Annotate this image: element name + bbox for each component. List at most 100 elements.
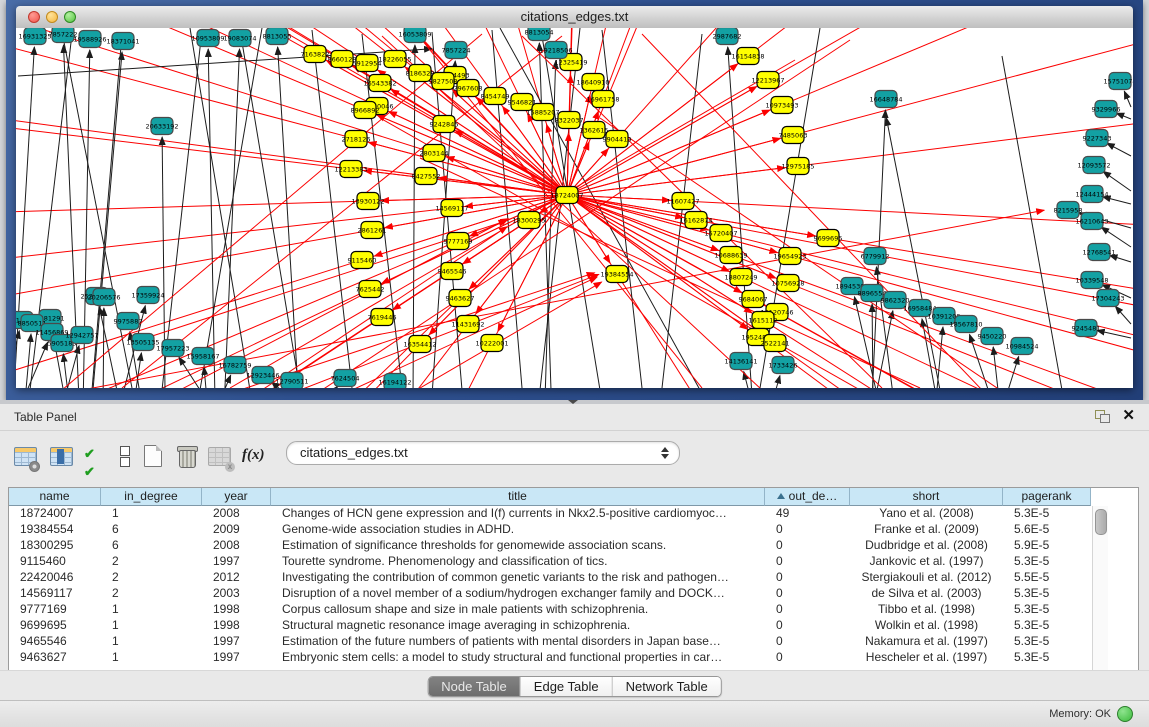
- column-header-pagerank[interactable]: pagerank: [1003, 488, 1091, 506]
- row-height-button[interactable]: [112, 445, 138, 471]
- graph-node[interactable]: 10222001: [475, 335, 508, 352]
- column-header-short[interactable]: short: [850, 488, 1003, 506]
- graph-node[interactable]: 2987682: [713, 28, 742, 45]
- graph-node[interactable]: 9684067: [739, 291, 768, 308]
- graph-node[interactable]: 19083074: [223, 30, 256, 47]
- graph-node[interactable]: 9242845: [430, 116, 459, 133]
- graph-node[interactable]: 16648784: [869, 91, 902, 108]
- graph-node[interactable]: 2522141: [761, 335, 790, 352]
- graph-node[interactable]: 19654923: [773, 248, 806, 265]
- graph-node[interactable]: 5912954: [353, 55, 382, 72]
- graph-node[interactable]: 7857224: [442, 42, 471, 59]
- graph-node[interactable]: 16210643: [1075, 213, 1108, 230]
- graph-node[interactable]: 11607427: [666, 193, 699, 210]
- network-graph[interactable]: 7163822866012859129541822605581863281654…: [16, 28, 1133, 388]
- table-row[interactable]: 1938455462009Genome-wide association stu…: [9, 522, 1138, 538]
- close-panel-icon[interactable]: ✕: [1122, 407, 1135, 425]
- graph-node[interactable]: 7485063: [779, 127, 808, 144]
- graph-node[interactable]: 13930122: [351, 193, 384, 210]
- graph-node[interactable]: 8813054: [525, 28, 554, 41]
- graph-node[interactable]: 20633192: [145, 118, 178, 135]
- tab-node-table[interactable]: Node Table: [428, 677, 521, 696]
- graph-node[interactable]: 16354412: [403, 336, 436, 353]
- memory-status-indicator[interactable]: [1117, 706, 1133, 722]
- table-row[interactable]: 2242004622012Investigating the contribut…: [9, 570, 1138, 586]
- column-header-title[interactable]: title: [271, 488, 765, 506]
- graph-node[interactable]: 17304243: [1091, 290, 1124, 307]
- graph-node[interactable]: 7163822: [301, 46, 330, 63]
- table-selector-dropdown[interactable]: citations_edges.txt: [286, 441, 680, 465]
- function-builder-button[interactable]: f(x): [242, 446, 268, 472]
- table-row[interactable]: 1456911722003Disruption of a novel membe…: [9, 586, 1138, 602]
- network-canvas[interactable]: 7163822866012859129541822605581863281654…: [16, 28, 1133, 388]
- graph-node[interactable]: 18226055: [378, 51, 411, 68]
- graph-node[interactable]: 10973493: [765, 97, 798, 114]
- graph-node[interactable]: 9699695: [814, 230, 843, 247]
- show-columns-button[interactable]: [48, 443, 74, 469]
- table-row[interactable]: 1830029562008Estimation of significance …: [9, 538, 1138, 554]
- graph-node[interactable]: 12444154: [1075, 186, 1108, 203]
- column-header-outde[interactable]: out_de…: [765, 488, 850, 506]
- table-settings-button[interactable]: [12, 443, 38, 469]
- graph-node[interactable]: 6779912: [861, 248, 890, 265]
- tab-edge-table[interactable]: Edge Table: [521, 677, 613, 696]
- graph-node[interactable]: 14136141: [724, 353, 757, 370]
- graph-node[interactable]: 9245481: [1072, 320, 1101, 337]
- graph-node[interactable]: 1615112: [749, 312, 778, 329]
- table-row[interactable]: 977716911998Corpus callosum shape and si…: [9, 602, 1138, 618]
- column-header-year[interactable]: year: [202, 488, 271, 506]
- graph-node[interactable]: 7624504: [331, 370, 360, 387]
- graph-node[interactable]: 2803144: [420, 145, 449, 162]
- graph-node[interactable]: 9227343: [1083, 130, 1112, 147]
- graph-node[interactable]: 17359924: [131, 287, 164, 304]
- graph-node[interactable]: 9975887: [114, 313, 143, 330]
- graph-node[interactable]: 8454749: [481, 88, 510, 105]
- graph-node[interactable]: 17957223: [156, 340, 189, 357]
- graph-node[interactable]: 8427552: [412, 168, 441, 185]
- graph-node[interactable]: 9463627: [446, 290, 475, 307]
- table-scrollbar[interactable]: [1092, 506, 1108, 670]
- graph-node[interactable]: 7625442: [356, 281, 385, 298]
- scrollbar-thumb[interactable]: [1095, 509, 1107, 535]
- graph-node[interactable]: 18640910: [576, 74, 609, 91]
- graph-node[interactable]: 1733426: [769, 357, 798, 374]
- graph-node[interactable]: 12790511: [275, 373, 308, 389]
- graph-node[interactable]: 12975185: [781, 158, 814, 175]
- graph-node[interactable]: 10984524: [1005, 338, 1038, 355]
- graph-node[interactable]: 16053809: [398, 28, 431, 43]
- graph-node[interactable]: 19588926: [73, 31, 106, 48]
- graph-node[interactable]: 12213967: [751, 72, 784, 89]
- table-row[interactable]: 1872400712008Changes of HCN gene express…: [9, 506, 1138, 522]
- graph-node[interactable]: 9465546: [438, 263, 467, 280]
- graph-node[interactable]: 8813055: [263, 28, 292, 45]
- graph-node[interactable]: 9115460: [348, 252, 377, 269]
- graph-node[interactable]: 9450220: [978, 328, 1007, 345]
- graph-node[interactable]: 8966892: [351, 102, 380, 119]
- graph-node[interactable]: 9904419: [603, 131, 632, 148]
- graph-node[interactable]: 12093572: [1077, 157, 1110, 174]
- select-rows-button[interactable]: ✔✔: [84, 445, 110, 471]
- table-row[interactable]: 911546021997Tourette syndrome. Phenomeno…: [9, 554, 1138, 570]
- graph-node[interactable]: 7619446: [368, 309, 397, 326]
- float-panel-icon[interactable]: [1095, 410, 1109, 422]
- create-table-button[interactable]: [140, 443, 166, 469]
- graph-node[interactable]: 12768541: [1082, 244, 1115, 261]
- delete-rows-button[interactable]: [174, 443, 200, 469]
- graph-node[interactable]: 15751074: [1103, 73, 1133, 90]
- graph-node[interactable]: 18371041: [106, 33, 139, 50]
- graph-node[interactable]: 10339548: [1075, 272, 1108, 289]
- window-titlebar[interactable]: citations_edges.txt: [16, 6, 1133, 29]
- column-header-indegree[interactable]: in_degree: [101, 488, 202, 506]
- graph-node[interactable]: 18300295: [512, 212, 545, 229]
- tab-network-table[interactable]: Network Table: [613, 677, 721, 696]
- graph-node[interactable]: 2861261: [358, 222, 387, 239]
- graph-node[interactable]: 16154838: [731, 48, 764, 65]
- table-row[interactable]: 946362711997Embryonic stem cells: a mode…: [9, 650, 1138, 666]
- table-row[interactable]: 946554611997Estimation of the future num…: [9, 634, 1138, 650]
- graph-node[interactable]: 13505135: [126, 334, 159, 351]
- graph-node[interactable]: 2967608: [454, 80, 483, 97]
- graph-node[interactable]: 16961758: [586, 91, 619, 108]
- graph-node[interactable]: 8215958: [1054, 202, 1083, 219]
- graph-node[interactable]: 2718126: [342, 131, 371, 148]
- graph-node[interactable]: 9329966: [1092, 101, 1121, 118]
